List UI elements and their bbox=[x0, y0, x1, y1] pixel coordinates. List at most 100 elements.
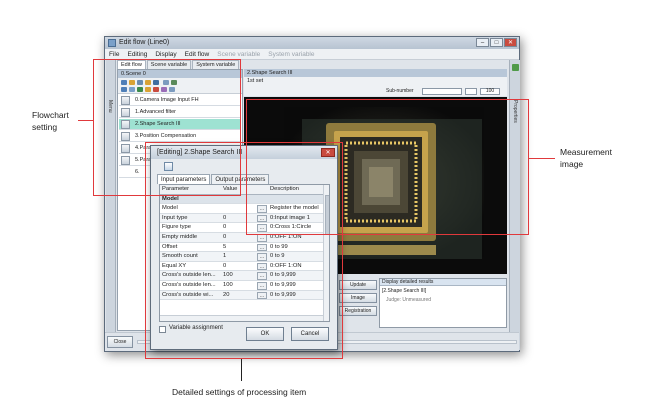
table-row[interactable]: Cross's outside len... 100... 0 to 9,999 bbox=[160, 281, 323, 291]
delete-icon[interactable] bbox=[153, 87, 159, 92]
parallel-icon bbox=[121, 144, 130, 153]
copy-icon[interactable] bbox=[153, 80, 159, 85]
parameter-description: 0 to 9,999 bbox=[270, 282, 296, 288]
menu-system-variable[interactable]: System variable bbox=[264, 49, 318, 59]
flow-item-selected[interactable]: 2.Shape Search III bbox=[119, 119, 241, 130]
sub-number-field[interactable] bbox=[422, 88, 462, 95]
ellipsis-button[interactable]: ... bbox=[257, 214, 267, 223]
tab-input-parameters[interactable]: Input parameters bbox=[157, 174, 211, 184]
save-icon[interactable] bbox=[137, 80, 143, 85]
left-side-strip[interactable]: Menu bbox=[106, 60, 116, 350]
window-titlebar: Edit flow (Line0) bbox=[105, 37, 519, 49]
image-button[interactable]: Image bbox=[339, 293, 377, 303]
parameter-description: 0:Input image 1 bbox=[270, 214, 310, 221]
tab-output-parameters[interactable]: Output parameters bbox=[211, 174, 270, 184]
dialog-close-icon[interactable]: ✕ bbox=[321, 148, 335, 157]
menu-edit-flow[interactable]: Edit flow bbox=[181, 49, 214, 59]
results-header: Display detailed results bbox=[380, 279, 506, 286]
open-icon[interactable] bbox=[129, 80, 135, 85]
stepper-button[interactable] bbox=[465, 88, 477, 95]
flow-item[interactable]: 0.Camera Image Input FH bbox=[119, 95, 241, 106]
grid-icon[interactable] bbox=[163, 80, 169, 85]
scroll-thumb[interactable] bbox=[325, 195, 329, 235]
new-icon[interactable] bbox=[121, 80, 127, 85]
paste-icon[interactable] bbox=[129, 87, 135, 92]
vertical-scrollbar[interactable] bbox=[323, 185, 329, 321]
parameter-description: 0 to 9,999 bbox=[270, 291, 296, 298]
table-row[interactable]: Equal XY 0... 0:OFF 1:ON bbox=[160, 262, 323, 272]
right-side-strip[interactable]: Properties bbox=[509, 60, 520, 350]
flow-item[interactable]: 1.Advanced filter bbox=[119, 107, 241, 118]
table-row[interactable]: Smooth count 1... 0 to 9 bbox=[160, 252, 323, 262]
parameter-value[interactable]: 0 bbox=[223, 262, 257, 272]
parameter-name: Empty middle bbox=[162, 234, 198, 240]
table-row[interactable]: Offset 5... 0 to 99 bbox=[160, 243, 323, 253]
table-row[interactable]: Cross's outside len... 100... 0 to 9,999 bbox=[160, 271, 323, 281]
zoom-value[interactable]: 100 bbox=[480, 88, 500, 95]
ellipsis-button[interactable]: ... bbox=[257, 253, 267, 261]
cancel-button[interactable]: Cancel bbox=[291, 327, 329, 341]
parameter-description: 0 to 99 bbox=[270, 243, 288, 250]
parameter-value[interactable]: 20 bbox=[223, 291, 257, 301]
set-selector[interactable]: 1st set bbox=[244, 77, 507, 86]
detailed-results-box[interactable]: Display detailed results [2.Shape Search… bbox=[379, 278, 507, 328]
ellipsis-button[interactable]: ... bbox=[257, 224, 267, 232]
maximize-icon[interactable]: □ bbox=[490, 38, 503, 47]
redo-icon[interactable] bbox=[169, 87, 175, 92]
ellipsis-button[interactable]: ... bbox=[257, 291, 267, 300]
menu-editing[interactable]: Editing bbox=[123, 49, 151, 59]
registration-button[interactable]: Registration bbox=[339, 306, 377, 316]
parameter-value[interactable]: 0 bbox=[223, 223, 257, 233]
parameter-value[interactable]: 0 bbox=[223, 233, 257, 243]
update-button[interactable]: Update bbox=[339, 280, 377, 290]
flowchart-toolbar bbox=[118, 78, 242, 94]
tab-system-variable[interactable]: System variable bbox=[192, 60, 240, 69]
table-horizontal-scrollbar[interactable] bbox=[160, 315, 323, 321]
arrange-icon[interactable] bbox=[171, 80, 177, 85]
ellipsis-button[interactable]: ... bbox=[257, 234, 267, 242]
results-line: [2.Shape Search III] bbox=[382, 288, 427, 294]
menu-display[interactable]: Display bbox=[151, 49, 180, 59]
cut-icon[interactable] bbox=[121, 87, 127, 92]
table-row[interactable]: Empty middle 0... 0:OFF 1:ON bbox=[160, 233, 323, 243]
close-icon[interactable]: ✕ bbox=[504, 38, 517, 47]
ellipsis-button[interactable]: ... bbox=[257, 262, 267, 271]
tab-scene-variable[interactable]: Scene variable bbox=[146, 60, 192, 69]
sub-number-label: Sub-number bbox=[386, 88, 414, 94]
close-button[interactable]: Close bbox=[107, 336, 133, 348]
dialog-title: [Editing] 2.Shape Search III bbox=[157, 149, 243, 156]
dialog-tool-icon[interactable] bbox=[164, 162, 173, 171]
menu-scene-variable[interactable]: Scene variable bbox=[213, 49, 264, 59]
folder-icon[interactable] bbox=[145, 80, 151, 85]
variable-assignment-checkbox[interactable] bbox=[159, 326, 166, 333]
tab-edit-flow[interactable]: Edit flow bbox=[117, 60, 146, 69]
dialog-titlebar: [Editing] 2.Shape Search III bbox=[151, 146, 337, 159]
ellipsis-button[interactable]: ... bbox=[257, 205, 267, 213]
table-row[interactable]: Input type 0... 0:Input image 1 bbox=[160, 213, 323, 224]
filter-icon bbox=[121, 108, 130, 117]
flow-item-label: 6. bbox=[135, 169, 140, 175]
table-row[interactable]: Model... Register the model bbox=[160, 204, 323, 214]
parameter-value[interactable]: 1 bbox=[223, 252, 257, 262]
flow-item-label: 3.Position Compensation bbox=[135, 133, 197, 139]
table-row[interactable]: Cross's outside wi... 20... 0 to 9,999 bbox=[160, 290, 323, 301]
flowchart-header: 0.Scene 0 bbox=[118, 70, 242, 78]
menu-file[interactable]: File bbox=[105, 49, 123, 59]
ellipsis-button[interactable]: ... bbox=[257, 282, 267, 290]
table-row[interactable]: Figure type 0... 0:Cross 1:Circle bbox=[160, 223, 323, 233]
parameter-value[interactable]: 100 bbox=[223, 271, 257, 281]
parameter-value[interactable]: 0 bbox=[223, 214, 257, 224]
undo-icon[interactable] bbox=[161, 87, 167, 92]
parameter-value[interactable]: 100 bbox=[223, 281, 257, 291]
edit-icon[interactable] bbox=[145, 87, 151, 92]
minimize-icon[interactable]: – bbox=[476, 38, 489, 47]
camera-icon bbox=[121, 96, 130, 105]
ok-button[interactable]: OK bbox=[246, 327, 284, 341]
insert-icon[interactable] bbox=[137, 87, 143, 92]
ellipsis-button[interactable]: ... bbox=[257, 272, 267, 280]
flow-item[interactable]: 3.Position Compensation bbox=[119, 131, 241, 142]
parameter-name: Cross's outside len... bbox=[162, 272, 216, 279]
ellipsis-button[interactable]: ... bbox=[257, 243, 267, 252]
col-description: Description bbox=[270, 186, 299, 192]
parameter-value[interactable]: 5 bbox=[223, 243, 257, 253]
